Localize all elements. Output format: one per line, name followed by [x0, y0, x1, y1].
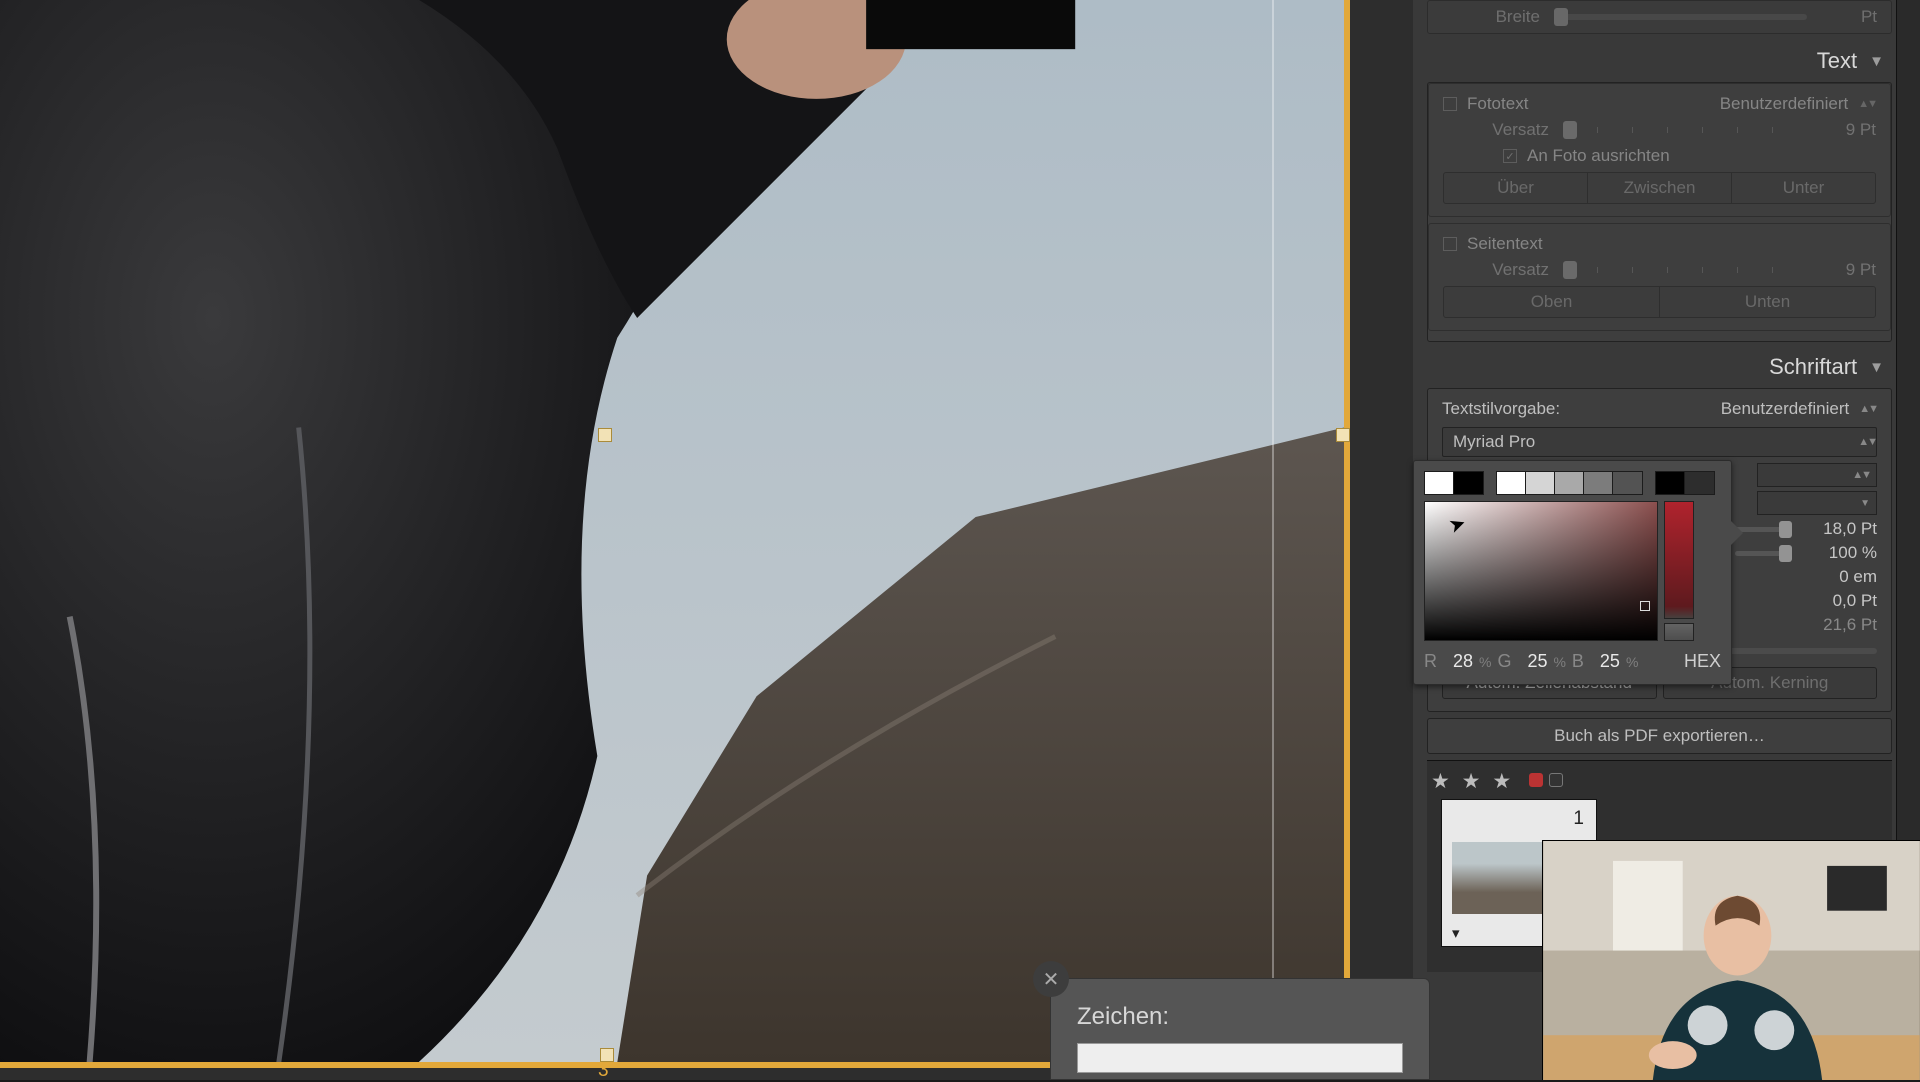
swatch[interactable]	[1497, 472, 1526, 494]
section-header-text-label: Text	[1817, 48, 1857, 74]
r-label: R	[1424, 651, 1437, 672]
fototext-offset-label: Versatz	[1477, 120, 1549, 140]
swatch-group-bw[interactable]	[1424, 471, 1484, 495]
textstyle-preset-label: Textstilvorgabe:	[1442, 399, 1560, 419]
opacity-slider[interactable]	[1735, 551, 1791, 556]
updown-icon: ▲▼	[1858, 98, 1876, 110]
updown-icon: ▲▼	[1852, 469, 1870, 481]
breite-label: Breite	[1468, 7, 1540, 27]
seg-under[interactable]: Unter	[1732, 173, 1875, 203]
swatch[interactable]	[1685, 472, 1714, 494]
swatch[interactable]	[1454, 472, 1483, 494]
collapse-icon: ▼	[1869, 359, 1884, 376]
section-header-schriftart-label: Schriftart	[1769, 354, 1857, 380]
thumb-caret: ▾	[1452, 924, 1460, 942]
page-number: 3	[598, 1060, 609, 1082]
hue-slider[interactable]	[1664, 501, 1694, 619]
current-color-preview	[1664, 623, 1694, 641]
swatch[interactable]	[1613, 472, 1642, 494]
swatch[interactable]	[1555, 472, 1584, 494]
breite-slider[interactable]	[1554, 14, 1807, 20]
swatch-group-custom[interactable]	[1655, 471, 1715, 495]
fototext-position-segment[interactable]: Über Zwischen Unter	[1443, 172, 1876, 204]
panel-seitentext: Seitentext Versatz 9 Pt Oben Unten	[1428, 223, 1891, 331]
font-family-dropdown[interactable]: Myriad Pro ▲▼	[1442, 427, 1877, 457]
saturation-brightness-field[interactable]: ➤	[1424, 501, 1658, 641]
collapse-icon: ▼	[1869, 53, 1884, 70]
character-popup[interactable]: ✕ Zeichen:	[1050, 978, 1430, 1080]
swatch[interactable]	[1526, 472, 1555, 494]
tracking-value: 0 em	[1811, 567, 1877, 587]
fototext-offset-slider[interactable]	[1563, 127, 1806, 133]
chevron-down-icon: ▼	[1860, 498, 1870, 509]
page-photo[interactable]	[0, 0, 1350, 1068]
opacity-value: 100 %	[1811, 543, 1877, 563]
g-label: G	[1497, 651, 1511, 672]
book-canvas[interactable]: 3	[0, 0, 1413, 1080]
font-size-value: 18,0 Pt	[1811, 519, 1877, 539]
hex-label[interactable]: HEX	[1684, 651, 1721, 672]
seg-between[interactable]: Zwischen	[1588, 173, 1732, 203]
panel-fototext: Fototext Benutzerdefiniert ▲▼ Versatz 9 …	[1428, 83, 1891, 217]
text-align-dropdown[interactable]: ▼	[1757, 491, 1877, 515]
seitentext-position-segment[interactable]: Oben Unten	[1443, 286, 1876, 318]
swatch[interactable]	[1425, 472, 1454, 494]
swatch[interactable]	[1656, 472, 1685, 494]
character-popup-label: Zeichen:	[1077, 1003, 1169, 1031]
seg-top[interactable]: Oben	[1444, 287, 1660, 317]
color-label-dots[interactable]	[1529, 773, 1563, 787]
crop-guide	[1272, 0, 1274, 1068]
text-color-popover[interactable]: ➤ R 28 % G 25 % B 25 % HEX	[1413, 460, 1732, 685]
popover-pointer	[1731, 521, 1743, 545]
rgb-readout: R 28 % G 25 % B 25 % HEX	[1424, 651, 1721, 672]
rating-stars[interactable]: ★ ★ ★	[1431, 769, 1514, 794]
seitentext-label: Seitentext	[1467, 234, 1543, 254]
font-family-value: Myriad Pro	[1453, 432, 1535, 452]
seitentext-checkbox[interactable]	[1443, 237, 1457, 251]
align-to-photo-checkbox[interactable]: ✓	[1503, 149, 1517, 163]
seg-bottom[interactable]: Unten	[1660, 287, 1875, 317]
resize-handle-left[interactable]	[598, 428, 612, 442]
font-size-slider[interactable]	[1735, 527, 1791, 532]
resize-handle-right[interactable]	[1336, 428, 1350, 442]
b-label: B	[1572, 651, 1584, 672]
close-icon[interactable]: ✕	[1033, 961, 1069, 997]
fototext-label: Fototext	[1467, 94, 1528, 114]
seg-over[interactable]: Über	[1444, 173, 1588, 203]
breite-unit: Pt	[1821, 7, 1877, 27]
pct-icon: %	[1553, 654, 1565, 670]
section-header-text[interactable]: Text ▼	[1427, 40, 1892, 82]
cursor-icon: ➤	[1445, 510, 1469, 539]
updown-icon: ▲▼	[1858, 436, 1876, 448]
baseline-value: 0,0 Pt	[1811, 591, 1877, 611]
character-input[interactable]	[1077, 1043, 1403, 1073]
pct-icon: %	[1479, 654, 1491, 670]
swatch-row	[1424, 471, 1721, 495]
panel-frame-tail: Breite Pt	[1427, 0, 1892, 34]
export-pdf-button[interactable]: Buch als PDF exportieren…	[1427, 718, 1892, 754]
swatch[interactable]	[1584, 472, 1613, 494]
swatch-group-grays[interactable]	[1496, 471, 1643, 495]
font-style-dropdown[interactable]: ▲▼	[1757, 463, 1877, 487]
fototext-offset-value: 9 Pt	[1820, 120, 1876, 140]
pct-icon: %	[1626, 654, 1638, 670]
seitentext-offset-slider[interactable]	[1563, 267, 1806, 273]
color-sample-marker[interactable]	[1640, 601, 1650, 611]
section-header-schriftart[interactable]: Schriftart ▼	[1427, 346, 1892, 388]
textstyle-preset-value[interactable]: Benutzerdefiniert	[1721, 399, 1850, 419]
presenter-webcam-overlay	[1542, 840, 1920, 1080]
fototext-preset[interactable]: Benutzerdefiniert	[1720, 94, 1849, 114]
leading-value: 21,6 Pt	[1811, 615, 1877, 635]
seitentext-offset-label: Versatz	[1477, 260, 1549, 280]
r-value[interactable]: 28	[1443, 651, 1473, 672]
b-value[interactable]: 25	[1590, 651, 1620, 672]
g-value[interactable]: 25	[1517, 651, 1547, 672]
seitentext-offset-value: 9 Pt	[1820, 260, 1876, 280]
thumb-page-number: 1	[1573, 808, 1584, 830]
fototext-checkbox[interactable]	[1443, 97, 1457, 111]
align-to-photo-label: An Foto ausrichten	[1527, 146, 1670, 166]
updown-icon: ▲▼	[1859, 403, 1877, 415]
